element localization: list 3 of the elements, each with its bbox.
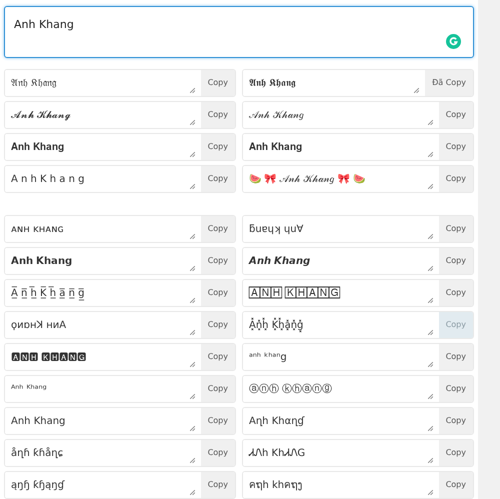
grammarly-icon [446,34,461,49]
input-value: Anh Khang [14,18,74,31]
text-input-area[interactable]: Anh Khang [4,6,474,58]
